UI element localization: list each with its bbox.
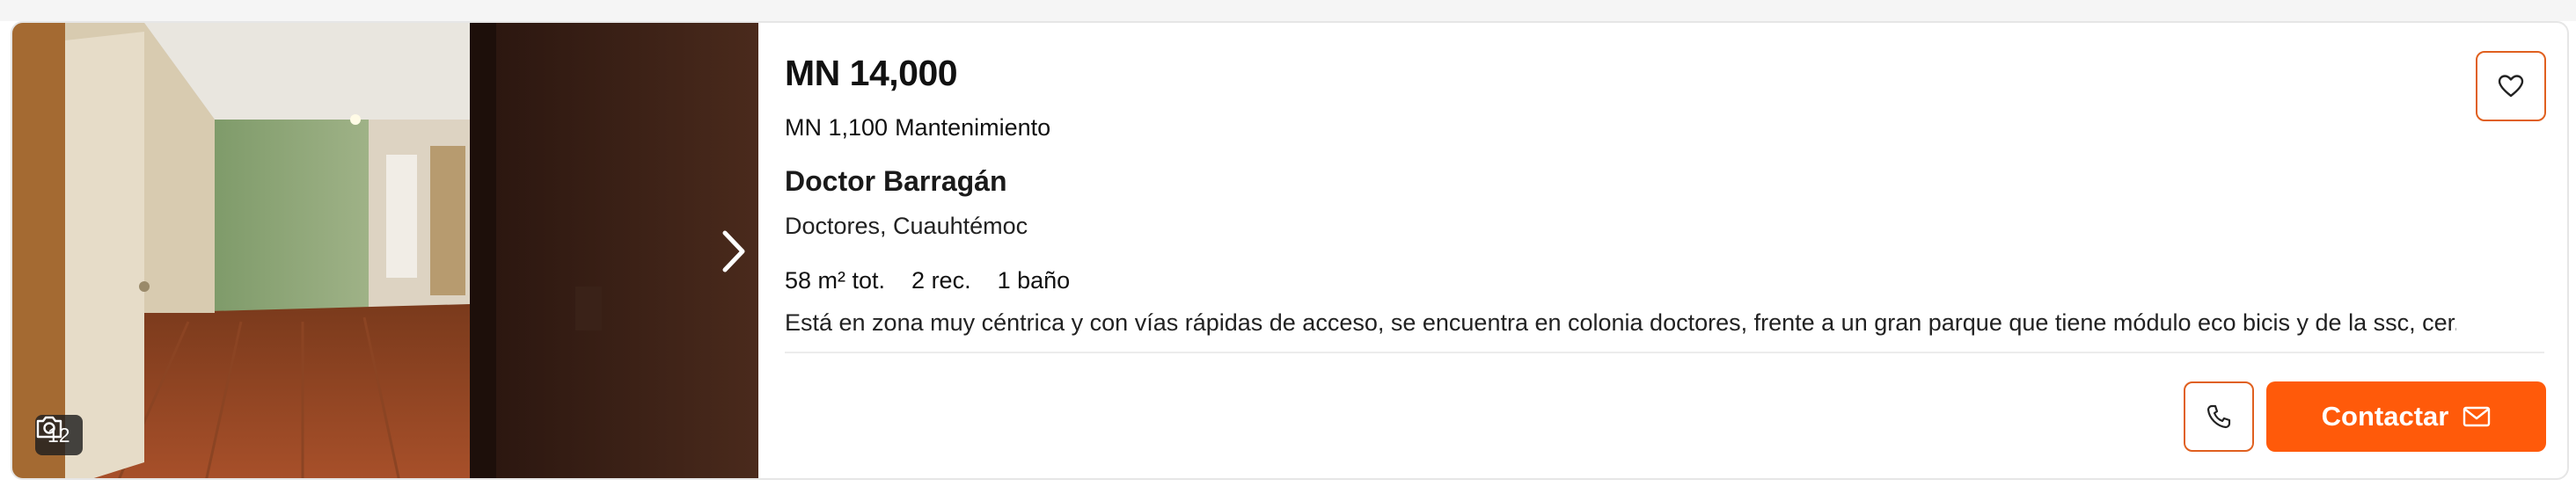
maintenance-label: Mantenimiento	[895, 114, 1051, 141]
favorite-button[interactable]	[2476, 51, 2546, 121]
contact-button-label: Contactar	[2321, 401, 2449, 432]
maintenance-fee: MN 1,100 Mantenimiento	[785, 114, 1050, 142]
listing-photo[interactable]: 12	[12, 23, 758, 478]
camera-icon	[36, 416, 62, 439]
listing-photo-image	[12, 23, 758, 478]
chevron-right-icon	[722, 230, 745, 272]
phone-icon	[2206, 404, 2231, 429]
feature-rooms: 2 rec.	[911, 267, 971, 294]
listing-price: MN 14,000	[785, 53, 958, 93]
divider	[785, 352, 2544, 353]
mail-icon	[2463, 406, 2491, 427]
photo-count-badge: 12	[35, 415, 83, 455]
feature-area: 58 m² tot.	[785, 267, 886, 294]
listing-info: MN 14,000 MN 1,100 Mantenimiento Doctor B…	[785, 23, 2567, 478]
listing-description[interactable]: Está en zona muy céntrica y con vías ráp…	[785, 309, 2456, 337]
contact-button[interactable]: Contactar	[2266, 381, 2546, 452]
listing-title[interactable]: Doctor Barragán	[785, 165, 1007, 198]
listing-card[interactable]: 12 MN 14,000 MN 1,100 Mantenimiento Docto…	[11, 21, 2569, 480]
heart-icon	[2498, 75, 2524, 98]
page-top-strip	[0, 0, 2576, 21]
next-photo-button[interactable]	[716, 229, 751, 273]
listing-location: Doctores, Cuauhtémoc	[785, 213, 1028, 239]
maintenance-amount: MN 1,100	[785, 114, 889, 141]
call-button[interactable]	[2184, 381, 2254, 452]
feature-bathrooms: 1 baño	[997, 267, 1071, 294]
listing-features: 58 m² tot. 2 rec. 1 baño	[785, 267, 1070, 294]
